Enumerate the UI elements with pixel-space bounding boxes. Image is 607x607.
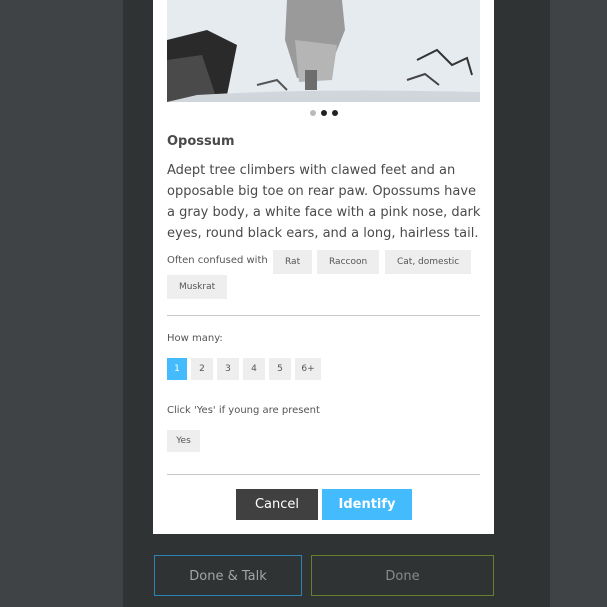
subject-photo[interactable] xyxy=(167,0,480,102)
confused-chip-cat-domestic[interactable]: Cat, domestic xyxy=(385,250,472,274)
count-option-3[interactable]: 3 xyxy=(217,358,239,380)
confused-with-label: Often confused with xyxy=(167,255,268,266)
divider xyxy=(167,315,480,316)
animal-name: Opossum xyxy=(167,134,235,149)
confused-chip-rat[interactable]: Rat xyxy=(273,250,313,274)
carousel-dot-2[interactable] xyxy=(321,110,327,116)
animal-description: Adept tree climbers with clawed feet and… xyxy=(167,163,481,241)
divider xyxy=(167,474,480,475)
confused-chip-muskrat[interactable]: Muskrat xyxy=(167,275,228,299)
cancel-button[interactable]: Cancel xyxy=(236,489,318,520)
snow-scene-image xyxy=(167,0,480,102)
young-yes-button[interactable]: Yes xyxy=(167,430,200,452)
how-many-label: How many: xyxy=(167,333,223,344)
identify-button[interactable]: Identify xyxy=(322,489,412,520)
carousel-dot-1[interactable] xyxy=(310,110,316,116)
count-option-4[interactable]: 4 xyxy=(243,358,265,380)
done-button[interactable]: Done xyxy=(311,555,494,596)
count-option-2[interactable]: 2 xyxy=(191,358,213,380)
done-and-talk-button[interactable]: Done & Talk xyxy=(154,555,302,596)
confused-chip-raccoon[interactable]: Raccoon xyxy=(317,250,380,274)
young-present-label: Click 'Yes' if young are present xyxy=(167,405,320,416)
count-option-6plus[interactable]: 6+ xyxy=(295,358,321,380)
count-option-1[interactable]: 1 xyxy=(167,358,187,380)
carousel-dot-3[interactable] xyxy=(332,110,338,116)
count-option-5[interactable]: 5 xyxy=(269,358,291,380)
